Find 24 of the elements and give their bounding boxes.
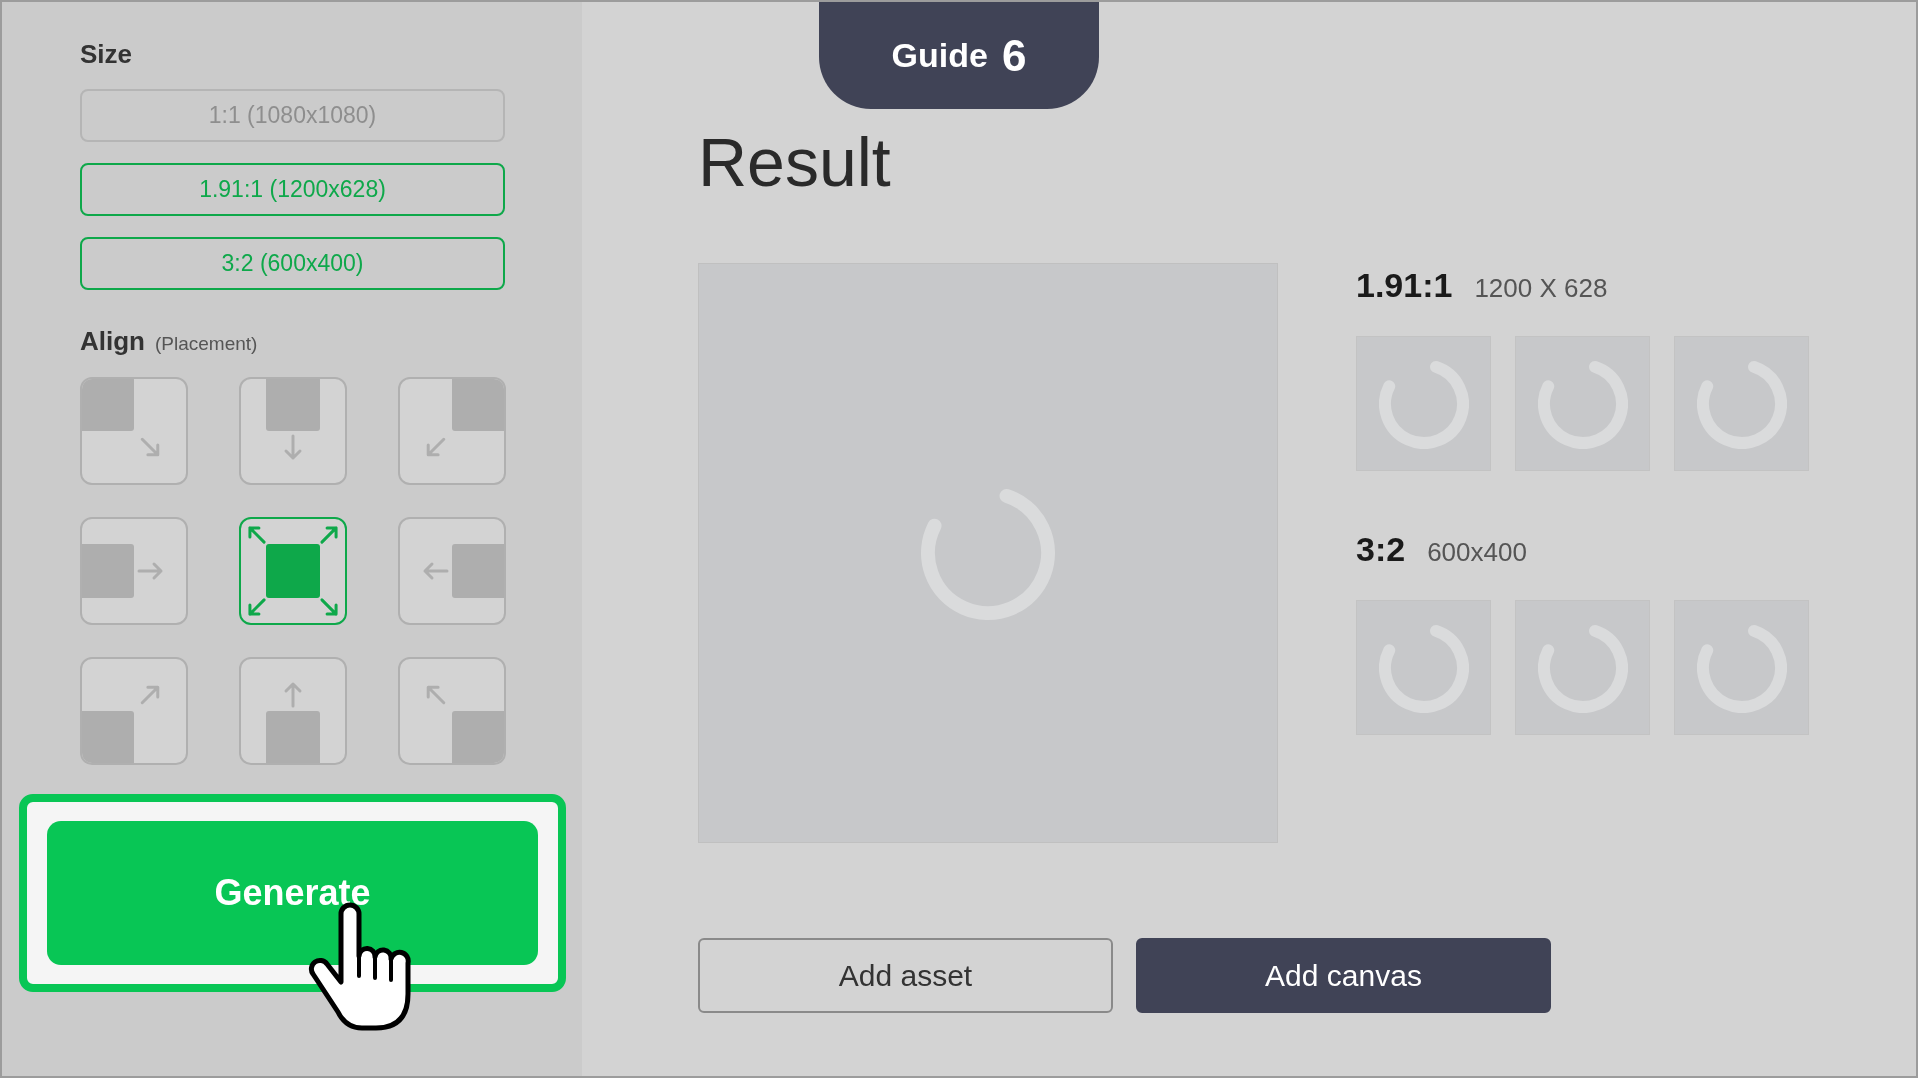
- size-option[interactable]: 1.91:1 (1200x628): [80, 163, 505, 216]
- ratio-label: 3:2: [1356, 529, 1406, 570]
- alignment-option[interactable]: [239, 517, 347, 625]
- guide-step: 6: [1001, 30, 1027, 81]
- generate-button[interactable]: Generate: [47, 821, 538, 965]
- ratio-label: 1.91:1: [1356, 265, 1453, 306]
- alignment-option[interactable]: [398, 657, 506, 765]
- align-heading: Align: [80, 325, 145, 357]
- alignment-option[interactable]: [80, 517, 188, 625]
- align-note: (Placement): [155, 333, 258, 355]
- add-asset-button[interactable]: Add asset: [698, 938, 1113, 1013]
- size-heading: Size: [80, 38, 134, 70]
- guide-label: Guide: [891, 36, 988, 75]
- alignment-option[interactable]: [80, 377, 188, 485]
- dimensions-label: 1200 X 628: [1474, 272, 1608, 305]
- alignment-option[interactable]: [239, 377, 347, 485]
- alignment-option[interactable]: [398, 377, 506, 485]
- add-canvas-button[interactable]: Add canvas: [1136, 938, 1551, 1013]
- alignment-option[interactable]: [239, 657, 347, 765]
- dimensions-label: 600x400: [1427, 536, 1527, 569]
- alignment-option[interactable]: [80, 657, 188, 765]
- size-option[interactable]: 3:2 (600x400): [80, 237, 505, 290]
- alignment-option[interactable]: [398, 517, 506, 625]
- result-title: Result: [698, 123, 892, 202]
